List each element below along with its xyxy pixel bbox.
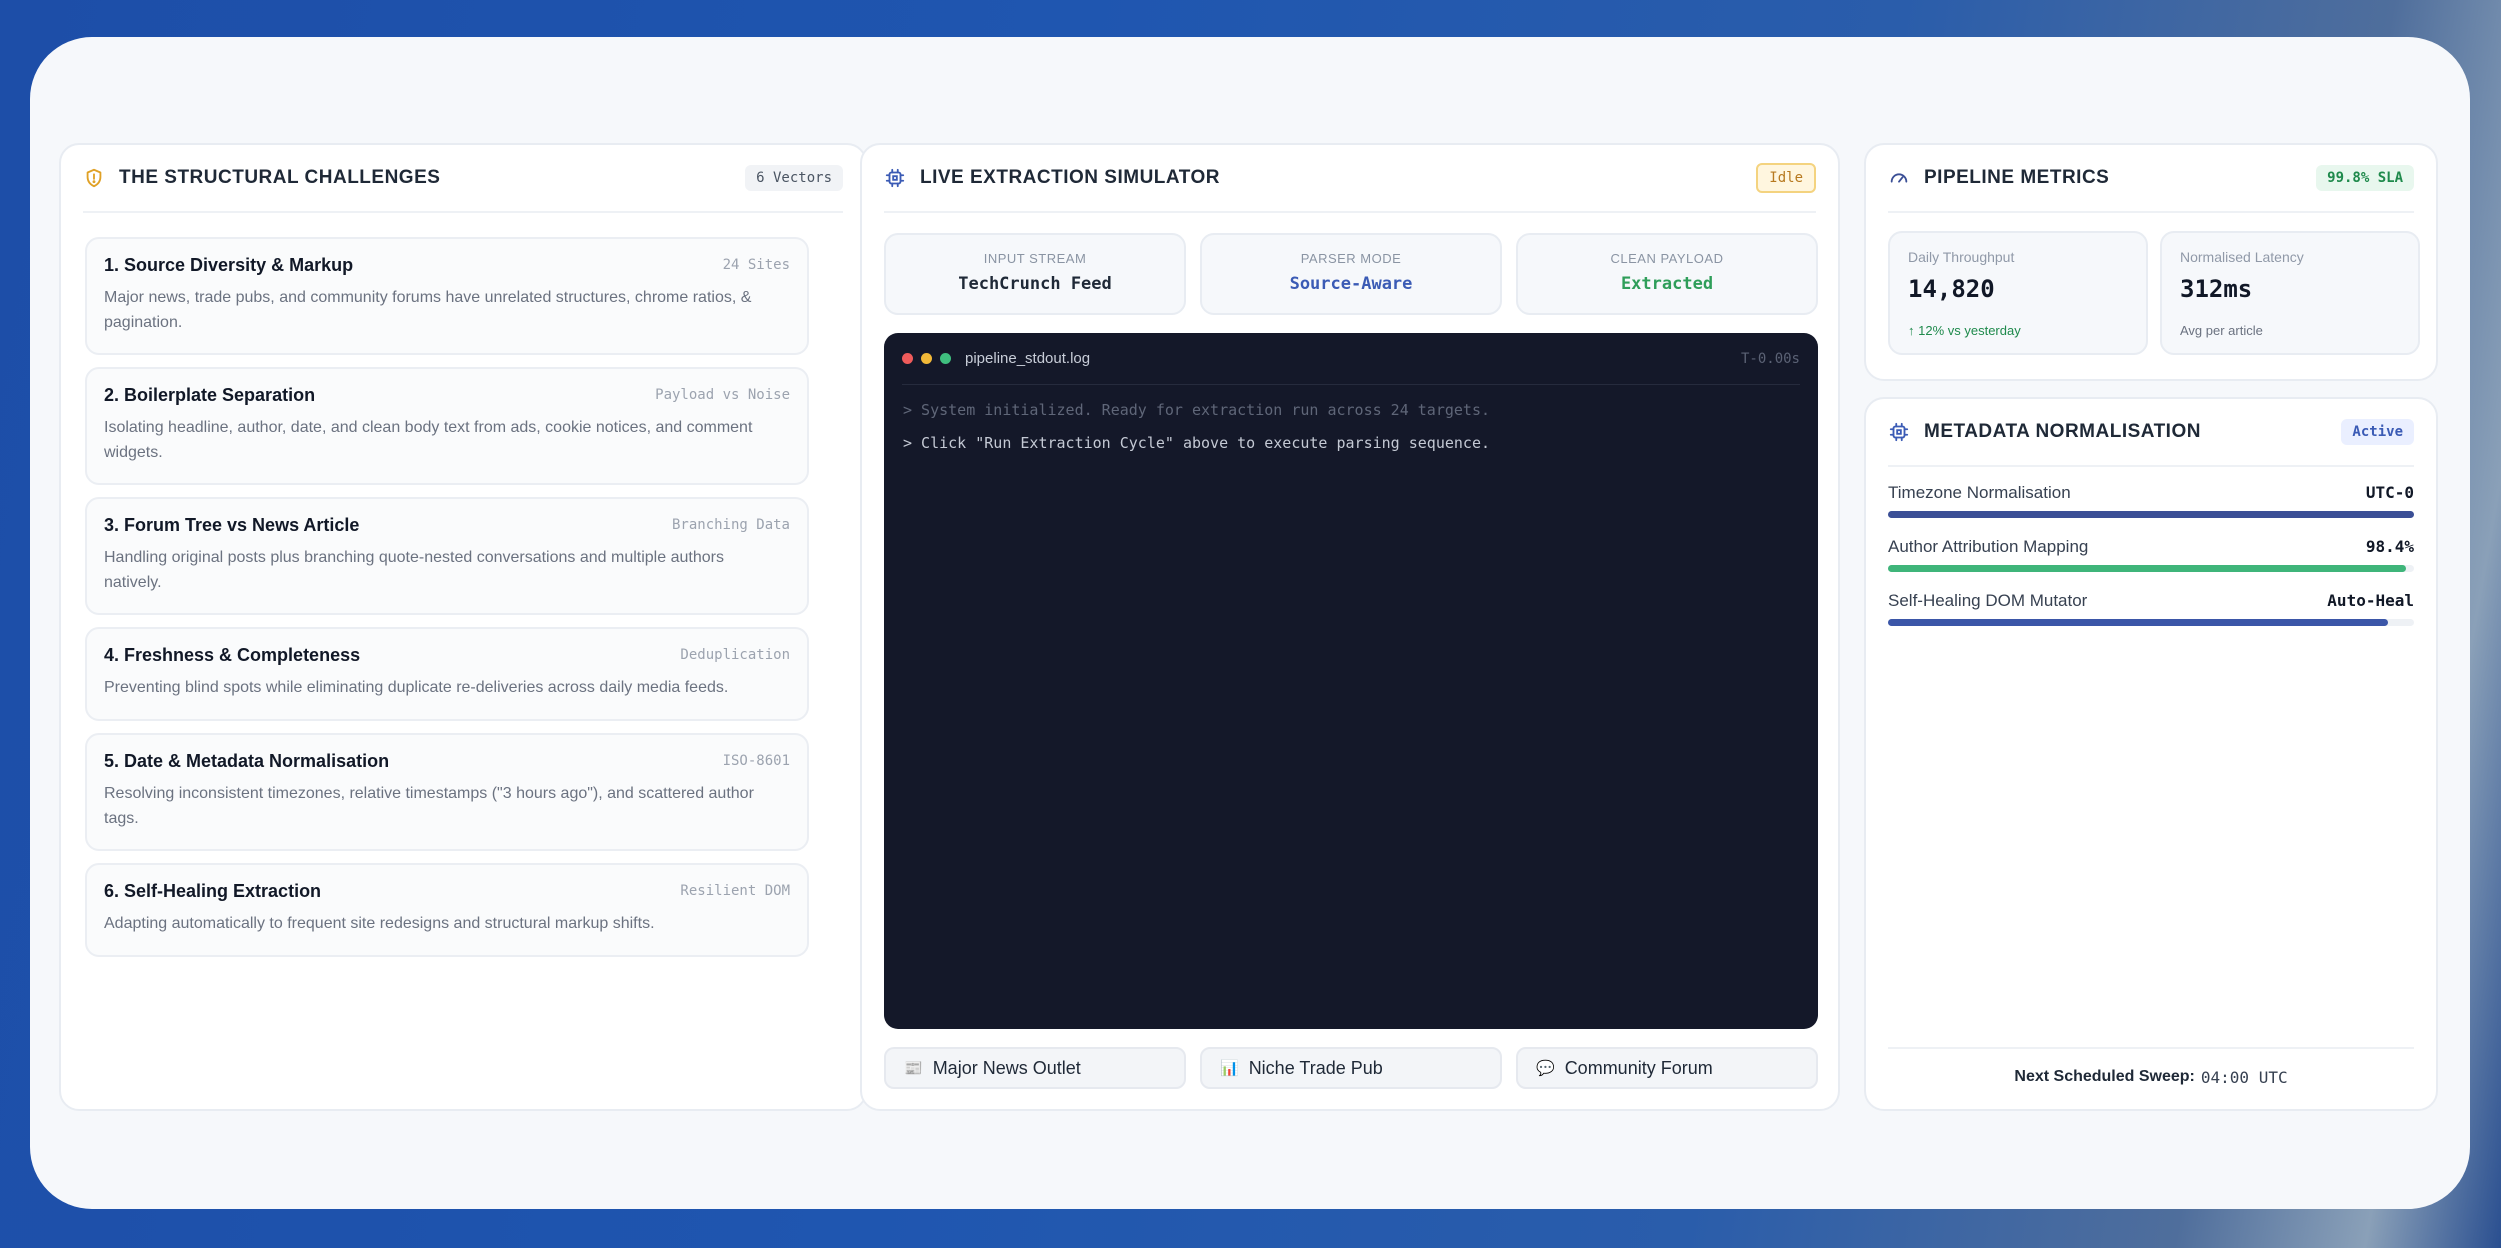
shield-icon: [83, 167, 105, 189]
norm-progress-track: [1888, 565, 2414, 572]
terminal-timer: T-0.00s: [1740, 350, 1800, 367]
challenge-title: 2. Boilerplate Separation: [104, 385, 316, 405]
challenge-desc: Preventing blind spots while eliminating…: [104, 679, 729, 696]
stat-label: PARSER MODE: [1300, 251, 1402, 266]
terminal-line: > Click "Run Extraction Cycle" above to …: [903, 434, 1490, 452]
challenge-title: 4. Freshness & Completeness: [104, 645, 361, 665]
simulator-panel: LIVE EXTRACTION SIMULATOR Idle INPUT STR…: [860, 143, 1840, 1111]
norm-progress-fill: [1888, 619, 2388, 626]
source-community-forum-button[interactable]: 💬 Community Forum: [1516, 1047, 1818, 1089]
chip-icon: [884, 167, 906, 189]
status-badge: Idle: [1756, 163, 1816, 193]
challenge-card[interactable]: 2. Boilerplate Separation Payload vs Noi…: [85, 367, 809, 485]
challenge-title: 1. Source Diversity & Markup: [104, 255, 354, 275]
challenge-card[interactable]: 1. Source Diversity & Markup 24 Sites Ma…: [85, 237, 809, 355]
source-label: Niche Trade Pub: [1248, 1057, 1383, 1078]
challenge-card[interactable]: 3. Forum Tree vs News Article Branching …: [85, 497, 809, 615]
latency-card: Normalised Latency 312ms Avg per article: [2160, 231, 2420, 355]
gauge-icon: [1888, 167, 1910, 189]
sla-badge: 99.8% SLA: [2316, 165, 2414, 191]
terminal-filename: pipeline_stdout.log: [965, 350, 1091, 367]
metric-label: Daily Throughput: [1908, 249, 2015, 265]
challenge-tag: Resilient DOM: [680, 883, 790, 899]
challenge-desc: Resolving inconsistent timezones, relati…: [104, 785, 754, 827]
challenges-panel: THE STRUCTURAL CHALLENGES 6 Vectors 1. S…: [59, 143, 867, 1111]
stat-label: INPUT STREAM: [983, 251, 1087, 266]
norm-label: Self-Healing DOM Mutator: [1888, 591, 2088, 610]
newspaper-icon: 📰: [904, 1060, 923, 1077]
norm-value: 98.4%: [2365, 537, 2414, 556]
norm-row-author: Author Attribution Mapping 98.4%: [1888, 537, 2414, 572]
terminal-line: > System initialized. Ready for extracti…: [903, 401, 1490, 419]
source-label: Community Forum: [1564, 1057, 1713, 1078]
challenge-desc: Major news, trade pubs, and community fo…: [104, 289, 752, 331]
norm-value: UTC-0: [2365, 483, 2414, 502]
speech-bubble-icon: 💬: [1536, 1060, 1555, 1077]
challenge-title: 5. Date & Metadata Normalisation: [104, 751, 390, 771]
metadata-normalisation-panel: METADATA NORMALISATION Active Timezone N…: [1864, 397, 2438, 1111]
challenge-tag: Deduplication: [680, 647, 790, 663]
challenge-tag: 24 Sites: [722, 257, 790, 273]
norm-progress-track: [1888, 619, 2414, 626]
norm-progress-fill: [1888, 511, 2414, 518]
challenge-card[interactable]: 5. Date & Metadata Normalisation ISO-860…: [85, 733, 809, 851]
panel-title: METADATA NORMALISATION: [1924, 421, 2201, 442]
challenges-header: THE STRUCTURAL CHALLENGES 6 Vectors: [83, 145, 843, 213]
chip-icon: [1888, 421, 1910, 443]
simulator-header: LIVE EXTRACTION SIMULATOR Idle: [884, 145, 1816, 213]
vectors-badge: 6 Vectors: [745, 165, 843, 191]
stat-clean-payload: CLEAN PAYLOAD Extracted: [1516, 233, 1818, 315]
pipeline-metrics-panel: PIPELINE METRICS 99.8% SLA Daily Through…: [1864, 143, 2438, 381]
metric-trend: ↑ 12% vs yesterday: [1908, 323, 2021, 338]
metric-sub: Avg per article: [2180, 323, 2263, 338]
challenge-title: 6. Self-Healing Extraction: [104, 881, 322, 901]
minimize-dot-icon: [921, 353, 932, 364]
source-trade-pub-button[interactable]: 📊 Niche Trade Pub: [1200, 1047, 1502, 1089]
panel-title: LIVE EXTRACTION SIMULATOR: [920, 167, 1220, 188]
metrics-header: PIPELINE METRICS 99.8% SLA: [1888, 145, 2414, 213]
bar-chart-icon: 📊: [1220, 1060, 1239, 1077]
norm-row-timezone: Timezone Normalisation UTC-0: [1888, 483, 2414, 518]
normalisation-header: METADATA NORMALISATION Active: [1888, 399, 2414, 467]
challenge-desc: Handling original posts plus branching q…: [104, 549, 724, 591]
challenge-desc: Adapting automatically to frequent site …: [104, 915, 655, 932]
maximize-dot-icon: [940, 353, 951, 364]
stat-parser-mode: PARSER MODE Source-Aware: [1200, 233, 1502, 315]
stat-value: Source-Aware: [1289, 274, 1413, 294]
challenge-tag: Payload vs Noise: [655, 387, 790, 403]
stat-value: Extracted: [1620, 274, 1714, 294]
norm-label: Author Attribution Mapping: [1888, 537, 2089, 556]
stat-input-stream: INPUT STREAM TechCrunch Feed: [884, 233, 1186, 315]
challenge-title: 3. Forum Tree vs News Article: [104, 515, 360, 535]
stat-label: CLEAN PAYLOAD: [1610, 251, 1724, 266]
challenge-tag: Branching Data: [671, 517, 790, 533]
sweep-label: Next Scheduled Sweep:: [2014, 1068, 2195, 1085]
throughput-card: Daily Throughput 14,820 ↑ 12% vs yesterd…: [1888, 231, 2148, 355]
metric-value: 312ms: [2180, 275, 2253, 303]
terminal-window[interactable]: pipeline_stdout.log T-0.00s > System ini…: [884, 333, 1818, 1029]
norm-value: Auto-Heal: [2327, 591, 2414, 610]
terminal-header: pipeline_stdout.log T-0.00s: [902, 333, 1800, 385]
source-major-news-button[interactable]: 📰 Major News Outlet: [884, 1047, 1186, 1089]
close-dot-icon: [902, 353, 913, 364]
metric-label: Normalised Latency: [2180, 249, 2304, 265]
norm-row-self-healing: Self-Healing DOM Mutator Auto-Heal: [1888, 591, 2414, 626]
stat-value: TechCrunch Feed: [958, 274, 1112, 294]
next-sweep: Next Scheduled Sweep: 04:00 UTC: [1888, 1047, 2414, 1105]
panel-title: THE STRUCTURAL CHALLENGES: [119, 167, 441, 188]
challenge-tag: ISO-8601: [722, 753, 790, 769]
norm-progress-track: [1888, 511, 2414, 518]
sweep-time: 04:00 UTC: [2200, 1067, 2288, 1087]
source-label: Major News Outlet: [932, 1057, 1081, 1078]
challenge-card[interactable]: 4. Freshness & Completeness Deduplicatio…: [85, 627, 809, 721]
challenge-card[interactable]: 6. Self-Healing Extraction Resilient DOM…: [85, 863, 809, 957]
challenge-desc: Isolating headline, author, date, and cl…: [104, 419, 753, 461]
norm-progress-fill: [1888, 565, 2406, 572]
norm-label: Timezone Normalisation: [1888, 483, 2071, 502]
app-frame: THE STRUCTURAL CHALLENGES 6 Vectors 1. S…: [30, 37, 2470, 1209]
panel-title: PIPELINE METRICS: [1924, 167, 2110, 188]
active-badge: Active: [2341, 419, 2414, 445]
metric-value: 14,820: [1908, 275, 1995, 303]
